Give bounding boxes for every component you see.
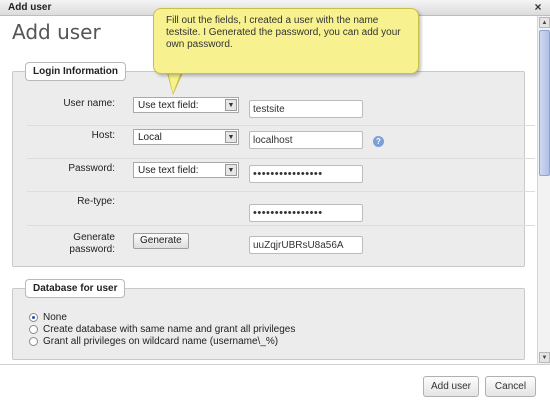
chevron-down-icon: ▼ (225, 131, 237, 143)
password-row: Password: Use text field: ▼ (27, 159, 535, 192)
retype-password-input[interactable] (249, 204, 363, 222)
scrollbar-thumb[interactable] (539, 30, 550, 176)
password-label: Password: (68, 163, 115, 174)
chevron-down-icon: ▼ (225, 99, 237, 111)
window-title: Add user (8, 2, 52, 13)
vertical-scrollbar[interactable]: ▲ ▼ (537, 16, 550, 364)
retype-label: Re-type: (77, 196, 115, 207)
host-label: Host: (91, 130, 115, 141)
radio-button[interactable] (29, 313, 38, 322)
scroll-down-icon[interactable]: ▼ (539, 352, 550, 363)
retype-row: Re-type: (27, 192, 535, 226)
radio-button[interactable] (29, 337, 38, 346)
dialog-footer: Add user Cancel (0, 364, 550, 403)
generate-password-label: Generate password: (69, 232, 115, 255)
tooltip-pointer-fill (168, 72, 181, 93)
generated-password-input[interactable] (249, 236, 363, 254)
close-icon[interactable]: × (532, 0, 544, 15)
radio-label: Grant all privileges on wildcard name (u… (43, 336, 279, 347)
generate-button[interactable]: Generate (133, 233, 189, 249)
host-select[interactable]: Local ▼ (133, 129, 239, 145)
generate-row: Generate password: Generate (27, 226, 535, 260)
username-input[interactable] (249, 100, 363, 118)
host-row: Host: Local ▼ ? (27, 126, 535, 159)
host-input[interactable] (249, 131, 363, 149)
database-for-user-panel: Database for user None Create database w… (12, 279, 525, 360)
help-icon[interactable]: ? (373, 136, 384, 147)
add-user-button[interactable]: Add user (423, 376, 479, 397)
username-row: User name: Use text field: ▼ (27, 89, 535, 126)
radio-button[interactable] (29, 325, 38, 334)
tooltip-text: Fill out the fields, I created a user wi… (166, 15, 401, 50)
scroll-up-icon[interactable]: ▲ (539, 17, 550, 28)
login-information-legend: Login Information (25, 62, 126, 81)
page-title: Add user (12, 20, 101, 44)
login-information-panel: Login Information User name: Use text fi… (12, 62, 535, 267)
chevron-down-icon: ▼ (225, 164, 237, 176)
password-input[interactable] (249, 165, 363, 183)
annotation-tooltip: Fill out the fields, I created a user wi… (153, 8, 419, 74)
radio-label: Create database with same name and grant… (43, 324, 296, 335)
database-for-user-legend: Database for user (25, 279, 126, 298)
cancel-button[interactable]: Cancel (485, 376, 536, 397)
radio-label: None (43, 312, 67, 323)
password-type-select[interactable]: Use text field: ▼ (133, 162, 239, 178)
username-label: User name: (63, 98, 115, 109)
username-type-select[interactable]: Use text field: ▼ (133, 97, 239, 113)
